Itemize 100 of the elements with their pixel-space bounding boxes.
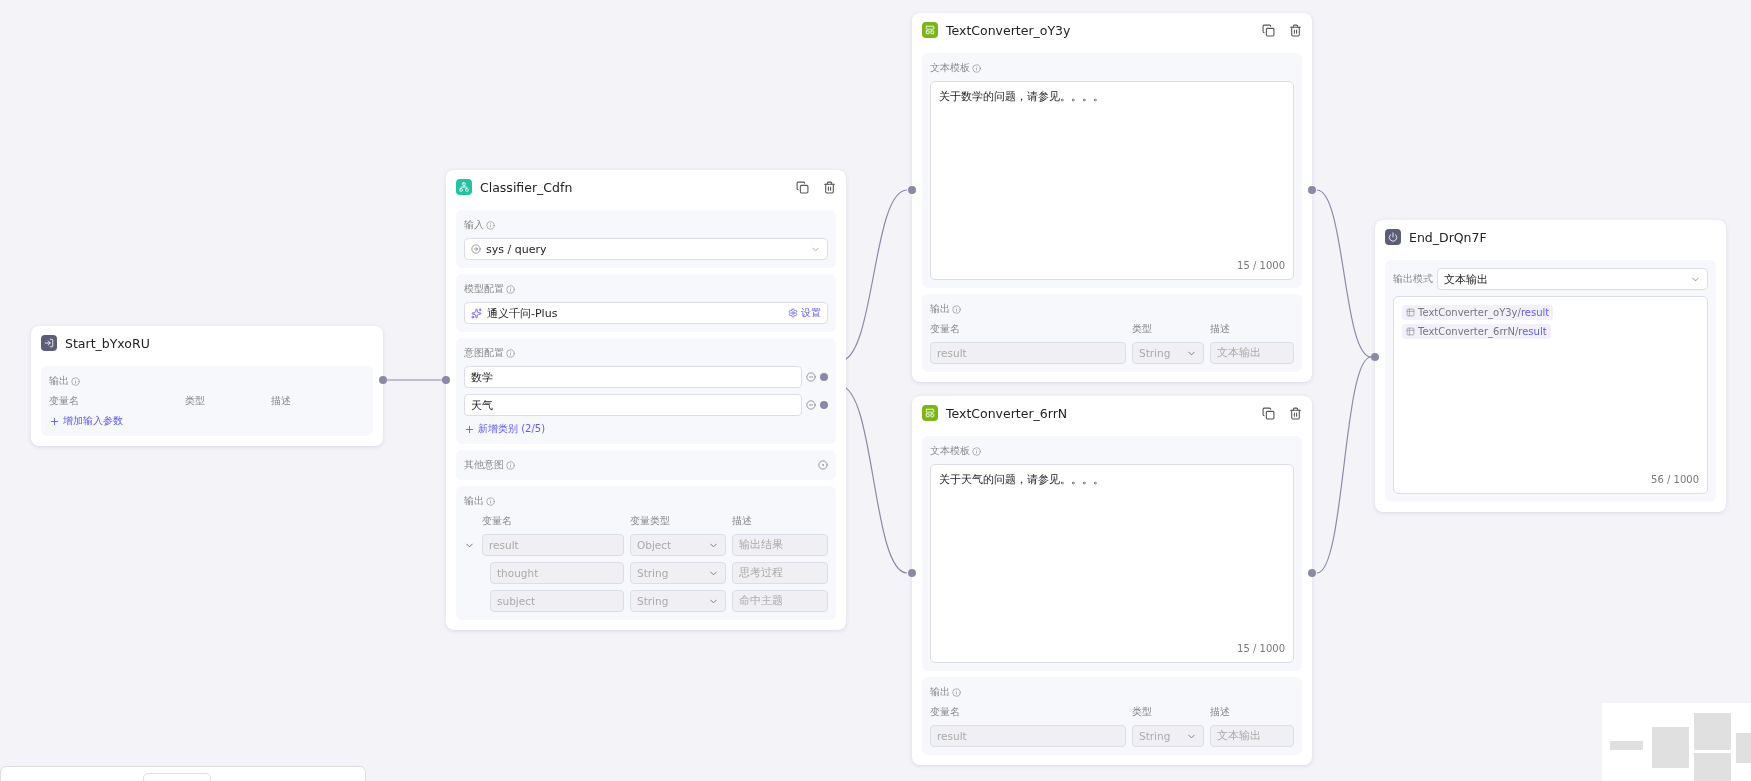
column-header: 描述 bbox=[271, 394, 292, 408]
column-header: 变量名 bbox=[930, 322, 961, 336]
node-icon bbox=[41, 335, 57, 351]
mode-select[interactable]: 文本输出 bbox=[1437, 268, 1708, 290]
table-icon bbox=[1406, 327, 1415, 336]
description-field[interactable]: 思考过程 bbox=[732, 562, 828, 584]
minimap-node bbox=[1694, 753, 1731, 781]
minimap-node bbox=[1736, 733, 1751, 763]
intent-field[interactable]: 数学 bbox=[464, 366, 802, 388]
type-select[interactable]: String bbox=[1132, 342, 1204, 364]
delete-icon[interactable] bbox=[823, 180, 836, 194]
description-field[interactable]: 命中主题 bbox=[732, 590, 828, 612]
column-header: 变量类型 bbox=[630, 514, 671, 528]
remove-icon[interactable] bbox=[806, 400, 816, 410]
settings-icon bbox=[788, 308, 798, 318]
section-label: 输出 bbox=[49, 374, 69, 388]
minimap-node bbox=[1694, 713, 1731, 750]
add-parameter-link[interactable]: 增加输入参数 bbox=[49, 414, 365, 428]
delete-icon[interactable] bbox=[1289, 406, 1302, 420]
node-icon bbox=[922, 22, 938, 38]
port-handle[interactable] bbox=[1371, 353, 1379, 361]
intent-field[interactable]: 天气 bbox=[464, 394, 802, 416]
node-icon bbox=[456, 179, 472, 195]
column-header: 变量名 bbox=[930, 705, 961, 719]
column-header: 变量名 bbox=[49, 394, 80, 408]
minimap-node bbox=[1610, 741, 1643, 750]
copy-icon[interactable] bbox=[1262, 23, 1275, 37]
char-count: 56 / 1000 bbox=[1651, 474, 1699, 485]
node-title: TextConverter_6rrN bbox=[946, 405, 1069, 421]
char-count: 15 / 1000 bbox=[1237, 643, 1285, 654]
info-icon bbox=[506, 460, 515, 470]
variable-name-field[interactable]: result bbox=[930, 725, 1126, 747]
field-label: 输出模式 bbox=[1393, 272, 1433, 286]
reference-node-text: TextConverter_oY3y/ bbox=[1418, 307, 1521, 318]
char-count: 15 / 1000 bbox=[1237, 260, 1285, 271]
info-icon bbox=[506, 284, 515, 294]
section-label: 意图配置 bbox=[464, 346, 504, 360]
minimap-node bbox=[1652, 727, 1689, 768]
delete-icon[interactable] bbox=[1289, 23, 1302, 37]
model-select[interactable]: 通义千问-Plus 设置 bbox=[464, 302, 828, 324]
section-label: 文本模板 bbox=[930, 61, 970, 75]
section-label: 输出 bbox=[464, 494, 484, 508]
plus-icon bbox=[464, 423, 475, 435]
copy-icon[interactable] bbox=[796, 180, 809, 194]
description-field[interactable]: 文本输出 bbox=[1210, 725, 1294, 747]
node-title: Start_bYxoRU bbox=[65, 335, 151, 351]
info-icon bbox=[952, 304, 961, 314]
port-handle[interactable] bbox=[820, 401, 828, 409]
settings-link[interactable]: 设置 bbox=[788, 306, 821, 320]
node-title: Classifier_Cdfn bbox=[480, 179, 574, 195]
variable-name-field[interactable]: result bbox=[482, 534, 624, 556]
port-handle[interactable] bbox=[908, 186, 916, 194]
variable-name-field[interactable]: subject bbox=[490, 590, 624, 612]
remove-icon[interactable] bbox=[806, 372, 816, 382]
section-label: 输出 bbox=[930, 302, 950, 316]
info-icon bbox=[486, 496, 495, 506]
section-label: 文本模板 bbox=[930, 444, 970, 458]
description-field[interactable]: 文本输出 bbox=[1210, 342, 1294, 364]
node-icon bbox=[1385, 229, 1401, 245]
section-label: 模型配置 bbox=[464, 282, 504, 296]
info-icon bbox=[506, 348, 515, 358]
node-icon bbox=[922, 405, 938, 421]
type-select[interactable]: Object bbox=[630, 534, 726, 556]
input-select[interactable]: sys / query bbox=[464, 238, 828, 260]
port-handle[interactable] bbox=[379, 376, 387, 384]
type-select[interactable]: String bbox=[1132, 725, 1204, 747]
model-logo-icon bbox=[471, 307, 482, 319]
column-header: 类型 bbox=[185, 394, 206, 408]
reference-node-text: TextConverter_6rrN/ bbox=[1418, 326, 1519, 337]
port-handle[interactable] bbox=[1308, 186, 1316, 194]
info-icon bbox=[71, 376, 80, 386]
copy-icon[interactable] bbox=[1262, 406, 1275, 420]
reference-variable-text: result bbox=[1518, 326, 1547, 337]
info-icon bbox=[972, 446, 981, 456]
column-header: 描述 bbox=[1210, 705, 1231, 719]
section-label: 其他意图 bbox=[464, 458, 504, 472]
variable-name-field[interactable]: result bbox=[930, 342, 1126, 364]
info-icon bbox=[952, 687, 961, 697]
connector-line bbox=[386, 379, 443, 381]
port-handle[interactable] bbox=[1308, 569, 1316, 577]
add-category-link[interactable]: 新增类别 (2/5) bbox=[464, 422, 828, 436]
description-field[interactable]: 输出结果 bbox=[732, 534, 828, 556]
info-icon bbox=[486, 220, 495, 230]
port-handle[interactable] bbox=[442, 376, 450, 384]
column-header: 描述 bbox=[1210, 322, 1231, 336]
section-label: 输出 bbox=[930, 685, 950, 699]
type-select[interactable]: String bbox=[630, 590, 726, 612]
column-header: 类型 bbox=[1132, 705, 1153, 719]
variable-name-field[interactable]: thought bbox=[490, 562, 624, 584]
port-handle[interactable] bbox=[820, 373, 828, 381]
template-text: 关于天气的问题，请参见。。。。 bbox=[939, 473, 1105, 487]
node-title: TextConverter_oY3y bbox=[946, 22, 1072, 38]
info-icon bbox=[972, 63, 981, 73]
variable-icon bbox=[471, 244, 481, 254]
plus-icon bbox=[49, 415, 60, 427]
reference-variable-text: result bbox=[1520, 307, 1550, 318]
port-handle[interactable] bbox=[908, 569, 916, 577]
port-icon[interactable] bbox=[818, 460, 828, 470]
column-header: 变量名 bbox=[482, 514, 513, 528]
type-select[interactable]: String bbox=[630, 562, 726, 584]
